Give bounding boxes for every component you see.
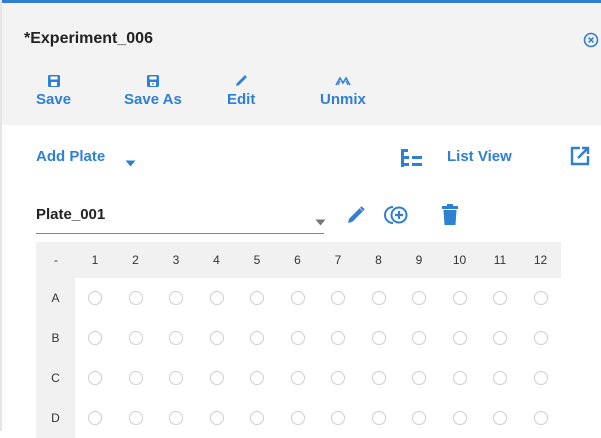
toolbar — [0, 65, 601, 125]
chevron-down-icon[interactable] — [125, 154, 136, 172]
row-header: D — [36, 398, 75, 438]
plate-well[interactable] — [209, 371, 224, 385]
plate-well[interactable] — [290, 331, 305, 345]
plate-well[interactable] — [331, 371, 345, 385]
trash-icon[interactable] — [441, 204, 459, 231]
plate-well[interactable] — [371, 371, 386, 385]
plate-well[interactable] — [128, 331, 143, 345]
column-header: 3 — [172, 253, 180, 267]
edit-label: Edit — [227, 91, 256, 108]
save-label: Save — [36, 91, 72, 108]
close-circle-icon[interactable] — [583, 32, 599, 48]
edit-button[interactable]: Edit — [227, 74, 255, 109]
pencil-icon[interactable] — [345, 204, 367, 231]
plate-well[interactable] — [452, 291, 467, 305]
column-header: 10 — [452, 253, 467, 267]
plate-well[interactable] — [169, 291, 183, 305]
grid-corner: - — [54, 253, 58, 267]
plate-well[interactable] — [533, 331, 548, 345]
unmix-button[interactable]: Unmix — [320, 74, 366, 109]
plate-well[interactable] — [128, 411, 143, 425]
column-header: 1 — [91, 253, 99, 267]
column-header: 6 — [294, 253, 301, 267]
plate-well[interactable] — [371, 291, 386, 305]
plate-well[interactable] — [452, 331, 467, 345]
plate-well[interactable] — [533, 291, 548, 305]
plate-well[interactable] — [331, 331, 345, 345]
plate-well[interactable] — [533, 371, 548, 385]
save-as-label: Save As — [124, 91, 182, 108]
add-plate-button[interactable]: Add Plate — [36, 148, 105, 165]
plate-well[interactable] — [452, 371, 467, 385]
left-border — [0, 0, 2, 431]
column-header: 7 — [334, 253, 342, 267]
row-header: A — [36, 278, 75, 318]
column-header: 12 — [533, 253, 548, 267]
plate-well[interactable] — [493, 371, 507, 385]
plate-well[interactable] — [290, 291, 305, 305]
plate-well[interactable] — [169, 371, 183, 385]
plate-select-value: Plate_001 — [36, 206, 106, 223]
unmix-label: Unmix — [320, 91, 366, 108]
add-circle-icon[interactable] — [384, 204, 410, 231]
plate-well[interactable] — [128, 291, 143, 305]
plate-well[interactable] — [331, 411, 345, 425]
plate-well[interactable] — [250, 411, 264, 425]
plate-well[interactable] — [128, 371, 143, 385]
plate-well[interactable] — [371, 411, 386, 425]
plate-well[interactable] — [412, 371, 426, 385]
plate-well[interactable] — [371, 331, 386, 345]
plate-well[interactable] — [412, 291, 426, 305]
plate-well[interactable] — [88, 291, 102, 305]
plate-select[interactable]: Plate_001 — [36, 204, 326, 234]
plate-well[interactable] — [331, 291, 345, 305]
plate-well[interactable] — [169, 411, 183, 425]
row-header: C — [36, 358, 75, 398]
tree-list-icon[interactable] — [400, 148, 428, 173]
column-header: 11 — [493, 253, 507, 267]
row-header: B — [36, 318, 75, 358]
column-header: 5 — [253, 253, 261, 267]
open-external-icon[interactable] — [570, 146, 590, 171]
plate-well[interactable] — [412, 411, 426, 425]
plate-well[interactable] — [290, 371, 305, 385]
column-header: 9 — [415, 253, 423, 267]
pencil-icon — [236, 75, 248, 86]
plate-well[interactable] — [452, 411, 467, 425]
floppy-disk-plus-icon — [146, 75, 159, 87]
chevron-down-icon — [315, 213, 326, 231]
plate-well[interactable] — [88, 371, 102, 385]
list-view-button[interactable]: List View — [447, 148, 512, 165]
plate-well[interactable] — [169, 331, 183, 345]
plate-well[interactable] — [493, 291, 507, 305]
plate-well[interactable] — [250, 371, 264, 385]
plate-well[interactable] — [88, 411, 102, 425]
plate-well[interactable] — [88, 331, 102, 345]
plate-well[interactable] — [209, 331, 224, 345]
save-button[interactable]: Save — [36, 74, 71, 109]
column-header: 2 — [132, 253, 139, 267]
unmix-icon — [335, 76, 351, 86]
plate-well[interactable] — [412, 331, 426, 345]
save-as-button[interactable]: Save As — [124, 74, 182, 109]
plate-well[interactable] — [533, 411, 548, 425]
plate-well[interactable] — [290, 411, 305, 425]
column-header: 8 — [375, 253, 382, 267]
plate-well[interactable] — [250, 291, 264, 305]
plate-well[interactable] — [209, 291, 224, 305]
plate-well[interactable] — [493, 331, 507, 345]
column-header: 4 — [213, 253, 220, 267]
plate-well[interactable] — [209, 411, 224, 425]
experiment-title: *Experiment_006 — [24, 30, 153, 47]
plate-well[interactable] — [250, 331, 264, 345]
floppy-disk-icon — [47, 75, 60, 87]
plate-well[interactable] — [493, 411, 507, 425]
